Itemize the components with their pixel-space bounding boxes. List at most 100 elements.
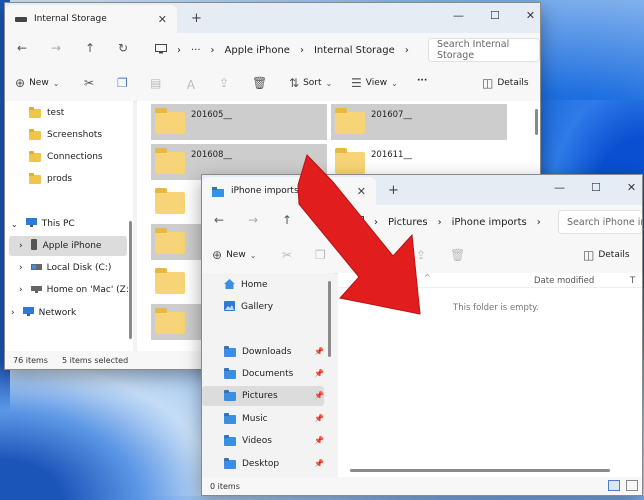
address-bar[interactable]: › Pictures › iPhone imports ›	[352, 210, 541, 234]
minimize-icon[interactable]: —	[453, 9, 464, 22]
nav-scrollbar[interactable]	[129, 221, 132, 339]
nav-item-desktop[interactable]: Desktop	[224, 454, 279, 474]
nav-item-local-disk[interactable]: › Local Disk (C:)	[19, 258, 111, 278]
details-button[interactable]: ◫ Details	[482, 76, 529, 90]
up-icon[interactable]: ↑	[282, 213, 292, 227]
column-type[interactable]: T	[630, 276, 635, 286]
refresh-icon[interactable]: ↻	[118, 41, 128, 55]
nav-item-videos[interactable]: Videos	[224, 431, 272, 451]
nav-label: Downloads	[242, 347, 292, 357]
folder-icon	[335, 108, 365, 134]
pin-icon[interactable]: 📌	[314, 347, 324, 356]
up-icon[interactable]: ↑	[85, 41, 95, 55]
nav-item-home-on-mac[interactable]: › Home on 'Mac' (Z:)	[19, 280, 132, 300]
maximize-icon[interactable]: ☐	[591, 181, 601, 194]
search-input[interactable]: Search iPhone imports	[558, 210, 642, 234]
address-bar[interactable]: › ··· › Apple iPhone › Internal Storage …	[155, 38, 409, 62]
delete-icon[interactable]: 🗑	[450, 248, 465, 262]
new-button[interactable]: ⊕ New ⌄	[15, 76, 59, 90]
close-tab-icon[interactable]: ✕	[158, 13, 167, 26]
selected-count: 5 items selected	[61, 355, 129, 365]
breadcrumb-apple-iphone[interactable]: Apple iPhone	[225, 45, 290, 56]
breadcrumb-iphone-imports[interactable]: iPhone imports	[452, 217, 527, 228]
chevron-down-icon: ⌄	[52, 78, 60, 88]
minimize-icon[interactable]: —	[554, 181, 565, 194]
nav-item-apple-iphone[interactable]: › Apple iPhone	[9, 236, 127, 256]
nav-label: Home	[241, 280, 268, 290]
nav-label: prods	[47, 174, 73, 184]
folder-item[interactable]: 201607__	[331, 104, 507, 140]
cut-icon[interactable]: ✂	[84, 76, 94, 90]
more-icon[interactable]: ···	[191, 45, 201, 56]
breadcrumb-pictures[interactable]: Pictures	[388, 217, 428, 228]
new-tab-icon[interactable]: +	[191, 11, 202, 26]
cut-icon[interactable]: ✂	[282, 248, 292, 262]
view-button[interactable]: ☰ View ⌄	[351, 76, 398, 90]
nav-item-documents[interactable]: Documents	[224, 364, 293, 384]
close-window-icon[interactable]: ✕	[627, 181, 636, 194]
chevron-right-icon: ›	[404, 44, 409, 56]
rename-icon[interactable]: Ａ	[383, 248, 395, 265]
copy-icon[interactable]: ❐	[315, 248, 326, 262]
search-input[interactable]: Search Internal Storage	[428, 38, 540, 62]
pin-icon[interactable]: 📌	[314, 391, 324, 400]
title-bar: Internal Storage ✕ + — ☐ ✕	[5, 3, 540, 33]
sort-button[interactable]: ⇅ Sort ⌄	[289, 76, 332, 90]
content-scrollbar[interactable]	[535, 109, 538, 135]
pin-icon[interactable]: 📌	[314, 459, 324, 468]
view-label: View	[365, 78, 388, 88]
share-icon[interactable]: ⇪	[219, 76, 229, 90]
tab-internal-storage[interactable]: Internal Storage ✕	[5, 5, 177, 33]
pin-icon[interactable]: 📌	[314, 369, 324, 378]
pin-icon[interactable]: 📌	[314, 414, 324, 423]
phone-icon	[15, 15, 27, 24]
nav-item-home[interactable]: Home	[224, 275, 268, 295]
navigation-pane: Home Gallery Downloads 📌 Documents 📌 Pic…	[202, 273, 334, 477]
nav-item-this-pc[interactable]: ⌄ This PC	[11, 214, 75, 234]
tiles-view-icon[interactable]	[626, 480, 638, 491]
nav-item-screenshots[interactable]: Screenshots	[29, 125, 102, 145]
horizontal-scrollbar[interactable]	[350, 469, 610, 472]
maximize-icon[interactable]: ☐	[490, 9, 500, 22]
refresh-icon[interactable]: ↻	[315, 213, 325, 227]
delete-icon[interactable]: 🗑	[252, 76, 267, 90]
close-tab-icon[interactable]: ✕	[357, 185, 366, 198]
details-label: Details	[497, 78, 529, 88]
folder-icon	[155, 228, 185, 254]
pin-icon[interactable]: 📌	[314, 436, 324, 445]
nav-item-music[interactable]: Music	[224, 409, 268, 429]
new-tab-icon[interactable]: +	[388, 183, 399, 198]
nav-item-test[interactable]: test	[29, 103, 64, 123]
close-window-icon[interactable]: ✕	[526, 9, 535, 22]
breadcrumb-internal-storage[interactable]: Internal Storage	[314, 45, 395, 56]
forward-icon[interactable]: →	[51, 41, 61, 55]
rename-icon[interactable]: Ａ	[185, 76, 197, 93]
column-date-modified[interactable]: Date modified	[534, 276, 594, 286]
view-icon: ☰	[351, 76, 362, 90]
nav-scrollbar[interactable]	[328, 281, 331, 357]
tab-iphone-imports[interactable]: iPhone imports ✕	[202, 177, 376, 205]
folder-icon	[29, 172, 41, 184]
forward-icon[interactable]: →	[248, 213, 258, 227]
details-view-icon[interactable]	[608, 480, 620, 491]
network-drive-icon	[30, 285, 42, 296]
file-explorer-window-iphone-imports: iPhone imports ✕ + — ☐ ✕ ← → ↑ ↻ › Pictu…	[201, 174, 643, 496]
nav-item-network[interactable]: › Network	[11, 303, 76, 323]
more-options-icon[interactable]: ···	[417, 76, 427, 86]
nav-item-connections[interactable]: Connections	[29, 147, 103, 167]
nav-item-gallery[interactable]: Gallery	[224, 297, 273, 317]
back-icon[interactable]: ←	[214, 213, 224, 227]
chevron-right-icon: ›	[11, 308, 15, 318]
copy-icon[interactable]: ❐	[117, 76, 128, 90]
paste-icon[interactable]: ▤	[150, 76, 161, 90]
new-button[interactable]: ⊕ New ⌄	[212, 248, 256, 262]
back-icon[interactable]: ←	[17, 41, 27, 55]
share-icon[interactable]: ⇪	[416, 248, 426, 262]
nav-item-pictures[interactable]: Pictures	[202, 386, 324, 406]
nav-item-prods[interactable]: prods	[29, 169, 72, 189]
folder-icon	[155, 148, 185, 174]
folder-icon	[224, 389, 236, 401]
folder-item[interactable]: 201605__	[151, 104, 327, 140]
nav-item-downloads[interactable]: Downloads	[224, 342, 291, 362]
details-button[interactable]: ◫ Details	[583, 248, 630, 262]
